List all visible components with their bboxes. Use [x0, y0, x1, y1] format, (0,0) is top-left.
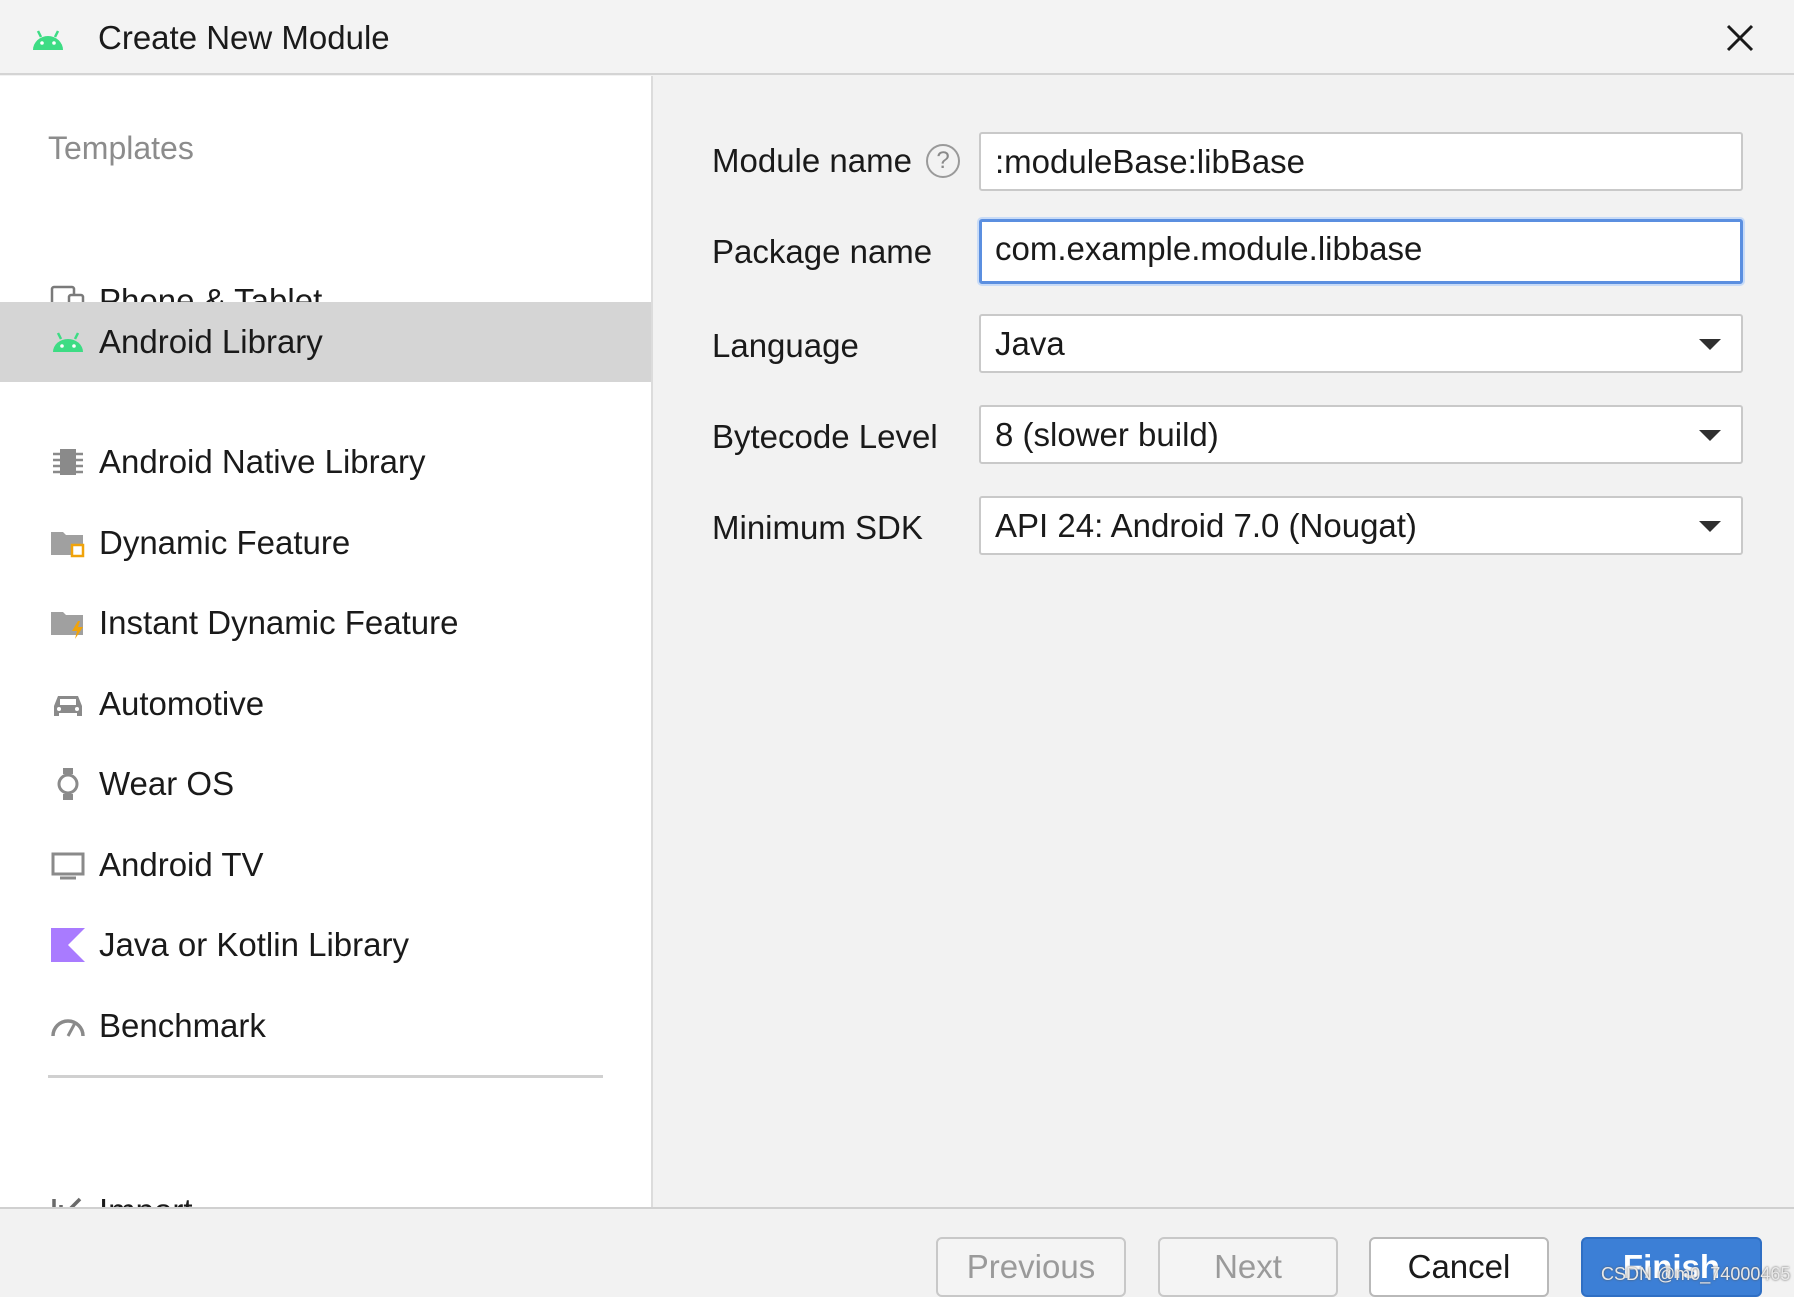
template-item-android-tv[interactable]: Android TV: [0, 825, 651, 905]
template-item-label: Java or Kotlin Library: [99, 926, 409, 963]
android-icon: [53, 332, 83, 352]
language-label: Language: [712, 327, 859, 364]
module-name-label: Module name: [712, 142, 912, 179]
template-item-label: Android Library: [99, 323, 323, 360]
template-item-dynamic-feature[interactable]: Dynamic Feature: [0, 503, 651, 583]
template-item-label: Benchmark: [99, 1007, 266, 1044]
close-icon[interactable]: [1722, 20, 1758, 56]
templates-sidebar: Templates Phone & Tablet Android Library…: [0, 76, 653, 1229]
package-name-value: com.example.module.libbase: [995, 230, 1423, 267]
language-select[interactable]: Java: [979, 314, 1743, 373]
template-item-label: Dynamic Feature: [99, 524, 351, 561]
watch-icon: [57, 768, 79, 800]
android-icon: [33, 30, 63, 50]
gauge-icon: [51, 1019, 85, 1037]
template-item-label: Instant Dynamic Feature: [99, 604, 459, 641]
chevron-down-icon: [1699, 339, 1721, 350]
module-name-field[interactable]: :moduleBase:libBase: [979, 132, 1743, 191]
next-button[interactable]: Next: [1158, 1237, 1338, 1297]
previous-button[interactable]: Previous: [936, 1237, 1126, 1297]
template-item-automotive[interactable]: Automotive: [0, 664, 651, 744]
package-name-field[interactable]: com.example.module.libbase: [979, 219, 1743, 284]
template-item-label: Android TV: [99, 846, 264, 883]
help-icon[interactable]: ?: [926, 144, 960, 178]
dynamic-feature-folder-icon: [51, 532, 85, 558]
native-chip-icon: [53, 449, 83, 475]
chevron-down-icon: [1699, 521, 1721, 532]
tv-icon: [51, 852, 85, 880]
chevron-down-icon: [1699, 430, 1721, 441]
minimum-sdk-label: Minimum SDK: [712, 509, 923, 546]
cancel-button[interactable]: Cancel: [1369, 1237, 1549, 1297]
template-item-instant-dynamic-feature[interactable]: Instant Dynamic Feature: [0, 583, 651, 663]
package-name-label: Package name: [712, 233, 933, 270]
car-icon: [54, 696, 82, 716]
dialog-title: Create New Module: [98, 19, 390, 56]
kotlin-icon: [51, 928, 85, 962]
bytecode-level-value: 8 (slower build): [995, 416, 1219, 453]
dialog-titlebar: Create New Module: [0, 0, 1794, 75]
template-item-benchmark[interactable]: Benchmark: [0, 986, 651, 1066]
language-value: Java: [995, 325, 1065, 362]
template-item-android-library[interactable]: Android Library: [0, 302, 651, 382]
templates-heading: Templates: [48, 130, 194, 166]
template-item-wear-os[interactable]: Wear OS: [0, 744, 651, 824]
template-item-label: Android Native Library: [99, 443, 426, 480]
minimum-sdk-select[interactable]: API 24: Android 7.0 (Nougat): [979, 496, 1743, 555]
template-item-java-kotlin-library[interactable]: Java or Kotlin Library: [0, 905, 651, 985]
bytecode-level-label: Bytecode Level: [712, 418, 938, 455]
bytecode-level-select[interactable]: 8 (slower build): [979, 405, 1743, 464]
sidebar-divider: [48, 1075, 603, 1078]
minimum-sdk-value: API 24: Android 7.0 (Nougat): [995, 507, 1417, 544]
watermark-text: CSDN @m0_74000465: [1601, 1264, 1791, 1284]
module-name-value: :moduleBase:libBase: [995, 143, 1306, 180]
template-item-android-native-library[interactable]: Android Native Library: [0, 422, 651, 502]
template-item-label: Automotive: [99, 685, 265, 722]
instant-feature-folder-icon: [51, 612, 83, 639]
template-item-label: Wear OS: [99, 765, 235, 802]
